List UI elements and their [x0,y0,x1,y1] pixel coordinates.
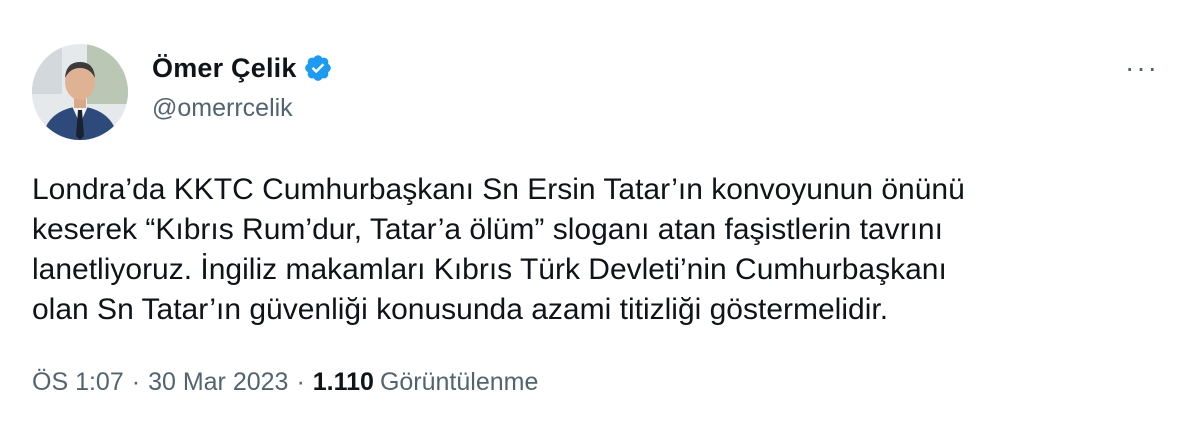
avatar-image [32,44,128,140]
name-row: Ömer Çelik [152,50,333,86]
display-name[interactable]: Ömer Çelik [152,53,297,84]
more-horizontal-icon: ··· [1125,52,1159,83]
meta-separator: · [131,367,141,396]
avatar[interactable] [32,44,128,140]
tweet-card: Ömer Çelik @omerrcelik ··· Londra’da KKT… [0,0,1200,434]
tweet-text-line: keserek “Kıbrıs Rum’dur, Tatar’a ölüm” s… [32,213,943,246]
views-label: Görüntülenme [379,367,539,396]
tweet-text-line: Londra’da KKTC Cumhurbaşkanı Sn Ersin Ta… [32,173,965,206]
tweet-text-line: lanetliyoruz. İngiliz makamları Kıbrıs T… [32,253,947,286]
meta-separator: · [296,367,305,396]
more-options-button[interactable]: ··· [1118,50,1166,86]
tweet-meta: ÖS 1:07 · 30 Mar 2023 · 1.110 Görüntülen… [32,364,538,400]
tweet-time[interactable]: ÖS 1:07 [32,368,124,397]
verified-badge-icon [303,53,333,83]
user-handle[interactable]: @omerrcelik [152,94,293,123]
tweet-text-line: olan Sn Tatar’ın güvenliği konusunda aza… [32,293,889,326]
tweet-date[interactable]: 30 Mar 2023 [148,368,288,397]
tweet-text: Londra’da KKTC Cumhurbaşkanı Sn Ersin Ta… [32,170,1152,330]
views-count: 1.110 [312,367,374,396]
